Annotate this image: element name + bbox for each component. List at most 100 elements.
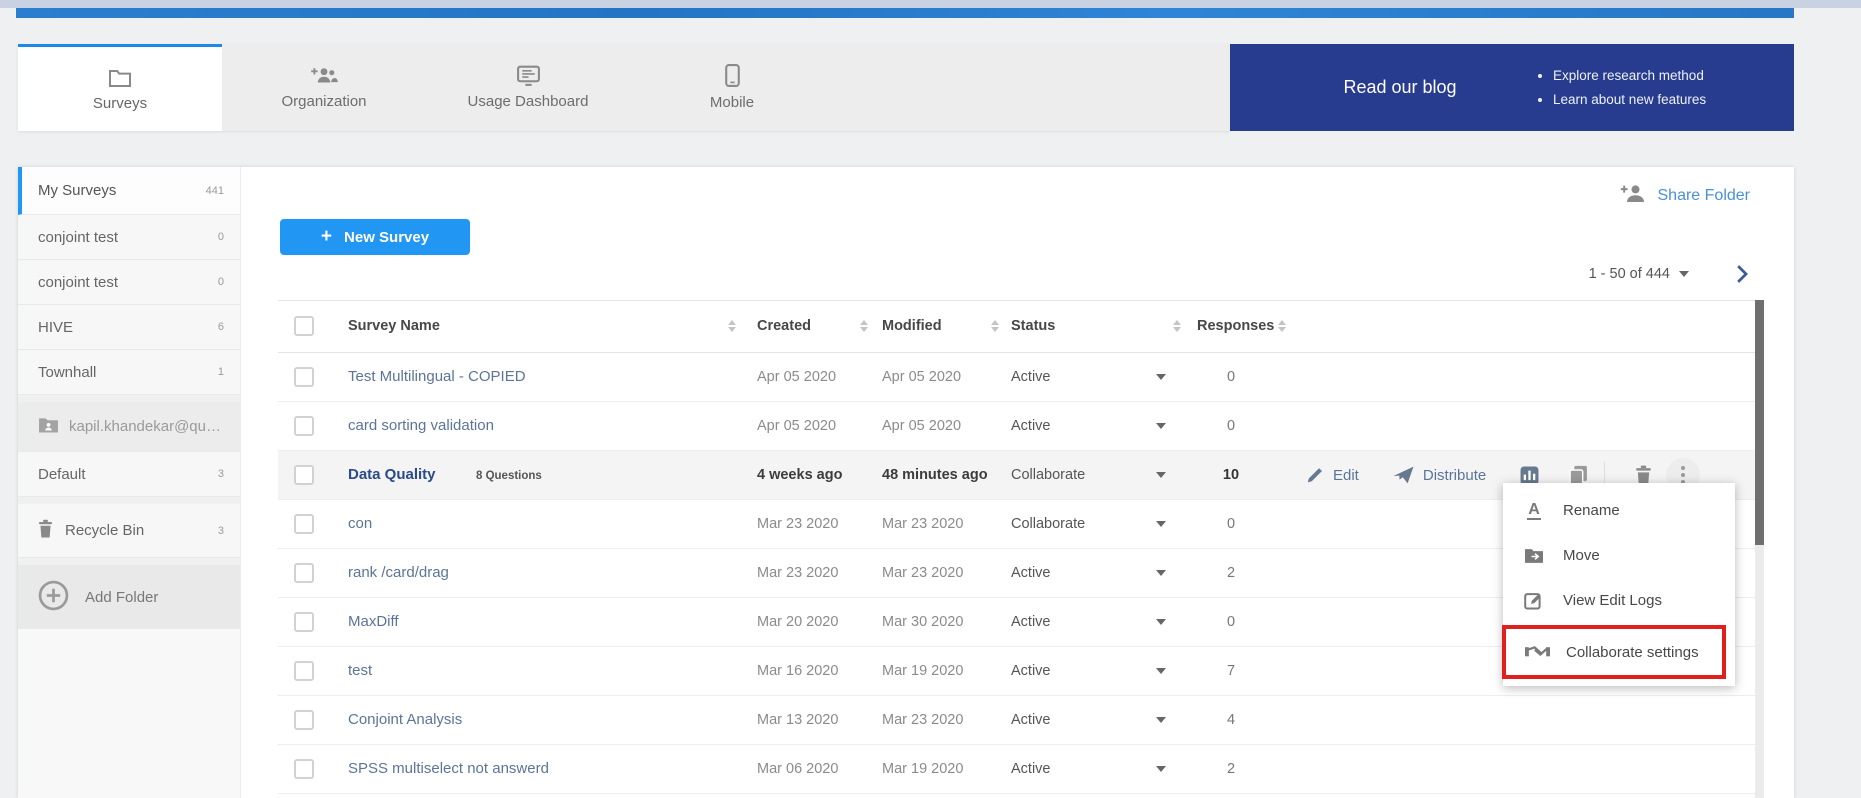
tab-organization[interactable]: Organization	[222, 44, 426, 131]
folder-label: Townhall	[38, 364, 210, 381]
folder-count: 0	[218, 276, 224, 288]
sidebar-item-shared-folder[interactable]: kapil.khandekar@que…	[18, 402, 240, 452]
sidebar-item-townhall[interactable]: Townhall 1	[18, 350, 240, 395]
status-dropdown-caret-icon[interactable]	[1156, 472, 1166, 478]
created-cell: Mar 06 2020	[757, 761, 838, 777]
pagination-range-label[interactable]: 1 - 50 of 444	[1589, 266, 1670, 282]
folder-label: HIVE	[38, 319, 210, 336]
responses-cell: 0	[1203, 516, 1259, 532]
header-status[interactable]: Status	[1011, 318, 1055, 334]
sidebar-item-recycle-bin[interactable]: Recycle Bin 3	[18, 504, 240, 558]
status-dropdown-value[interactable]: Active	[1011, 712, 1051, 728]
created-cell: Mar 20 2020	[757, 614, 838, 630]
sort-icon[interactable]	[1173, 320, 1181, 332]
menu-item-rename[interactable]: A Rename	[1503, 488, 1735, 533]
move-folder-icon	[1521, 547, 1547, 564]
blog-banner: Read our blog Explore research method Le…	[1230, 44, 1794, 131]
status-dropdown-caret-icon[interactable]	[1156, 766, 1166, 772]
status-dropdown-value[interactable]: Active	[1011, 663, 1051, 679]
survey-name-link[interactable]: Test Multilingual - COPIED	[348, 368, 526, 385]
status-dropdown-caret-icon[interactable]	[1156, 423, 1166, 429]
responses-cell: 0	[1203, 614, 1259, 630]
status-dropdown-caret-icon[interactable]	[1156, 521, 1166, 527]
row-checkbox[interactable]	[294, 563, 314, 583]
survey-name-link[interactable]: Conjoint Analysis	[348, 711, 462, 728]
sort-icon[interactable]	[1278, 320, 1286, 332]
tab-mobile[interactable]: Mobile	[630, 44, 834, 131]
row-checkbox[interactable]	[294, 759, 314, 779]
edit-button[interactable]: Edit	[1306, 466, 1359, 484]
status-dropdown-value[interactable]: Active	[1011, 565, 1051, 581]
folder-count: 0	[218, 231, 224, 243]
sidebar-item-my-surveys[interactable]: My Surveys 441	[18, 167, 240, 215]
sidebar-divider	[18, 497, 240, 504]
header-responses[interactable]: Responses	[1197, 318, 1274, 334]
menu-item-collaborate-settings[interactable]: Collaborate settings	[1506, 629, 1722, 675]
table-scrollbar-thumb[interactable]	[1755, 300, 1764, 545]
row-checkbox[interactable]	[294, 612, 314, 632]
sidebar-item-hive[interactable]: HIVE 6	[18, 305, 240, 350]
status-dropdown-value[interactable]: Active	[1011, 418, 1051, 434]
chevron-down-icon[interactable]	[1679, 271, 1689, 277]
modified-cell: Mar 19 2020	[882, 761, 963, 777]
surveys-panel: My Surveys 441 conjoint test 0 conjoint …	[18, 167, 1794, 798]
select-all-checkbox[interactable]	[294, 316, 314, 336]
survey-name-link[interactable]: test	[348, 662, 372, 679]
status-dropdown-value[interactable]: Collaborate	[1011, 467, 1085, 483]
modified-cell: Mar 30 2020	[882, 614, 963, 630]
row-checkbox[interactable]	[294, 416, 314, 436]
status-dropdown-value[interactable]: Active	[1011, 761, 1051, 777]
new-survey-button[interactable]: + New Survey	[280, 219, 470, 255]
sort-icon[interactable]	[991, 320, 999, 332]
share-folder-button[interactable]: Share Folder	[1620, 183, 1751, 208]
survey-name-link[interactable]: MaxDiff	[348, 613, 399, 630]
distribute-button[interactable]: Distribute	[1393, 466, 1486, 484]
tab-surveys[interactable]: Surveys	[18, 44, 222, 131]
banner-bullet-list: Explore research method Learn about new …	[1525, 64, 1794, 112]
read-our-blog-link[interactable]: Read our blog	[1275, 77, 1525, 98]
folder-count: 6	[218, 321, 224, 333]
row-checkbox[interactable]	[294, 465, 314, 485]
status-dropdown-value[interactable]: Collaborate	[1011, 516, 1085, 532]
menu-item-label: Move	[1563, 547, 1600, 564]
browser-edge-strip	[0, 0, 1861, 8]
status-dropdown-caret-icon[interactable]	[1156, 619, 1166, 625]
tab-usage-dashboard[interactable]: Usage Dashboard	[426, 44, 630, 131]
survey-name-link[interactable]: card sorting validation	[348, 417, 494, 434]
survey-name-link[interactable]: con	[348, 515, 372, 532]
analytics-button[interactable]	[1520, 466, 1539, 485]
header-modified[interactable]: Modified	[882, 318, 942, 334]
menu-item-view-edit-logs[interactable]: View Edit Logs	[1503, 578, 1735, 623]
survey-name-link[interactable]: rank /card/drag	[348, 564, 449, 581]
row-checkbox[interactable]	[294, 661, 314, 681]
sort-icon[interactable]	[860, 320, 868, 332]
survey-name-link[interactable]: Data Quality	[348, 466, 436, 483]
next-page-button[interactable]	[1736, 265, 1748, 283]
sort-icon[interactable]	[728, 320, 736, 332]
status-dropdown-caret-icon[interactable]	[1156, 570, 1166, 576]
table-scrollbar-track[interactable]	[1755, 300, 1764, 798]
header-survey-name[interactable]: Survey Name	[348, 318, 440, 334]
responses-cell: 10	[1203, 467, 1259, 483]
pencil-icon	[1306, 466, 1324, 484]
smartphone-icon	[725, 64, 740, 87]
sidebar-item-default[interactable]: Default 3	[18, 452, 240, 497]
menu-item-move[interactable]: Move	[1503, 533, 1735, 578]
created-cell: Mar 23 2020	[757, 516, 838, 532]
row-checkbox[interactable]	[294, 514, 314, 534]
status-dropdown-caret-icon[interactable]	[1156, 717, 1166, 723]
row-checkbox[interactable]	[294, 367, 314, 387]
status-dropdown-caret-icon[interactable]	[1156, 668, 1166, 674]
sidebar-item-conjoint-test-2[interactable]: conjoint test 0	[18, 260, 240, 305]
status-dropdown-value[interactable]: Active	[1011, 614, 1051, 630]
header-created[interactable]: Created	[757, 318, 811, 334]
survey-name-link[interactable]: SPSS multiselect not answerd	[348, 760, 549, 777]
folder-icon	[108, 67, 132, 88]
add-folder-button[interactable]: Add Folder	[18, 565, 240, 629]
row-checkbox[interactable]	[294, 710, 314, 730]
menu-item-label: Rename	[1563, 502, 1620, 519]
status-dropdown-caret-icon[interactable]	[1156, 374, 1166, 380]
created-cell: Apr 05 2020	[757, 418, 836, 434]
status-dropdown-value[interactable]: Active	[1011, 369, 1051, 385]
sidebar-item-conjoint-test-1[interactable]: conjoint test 0	[18, 215, 240, 260]
